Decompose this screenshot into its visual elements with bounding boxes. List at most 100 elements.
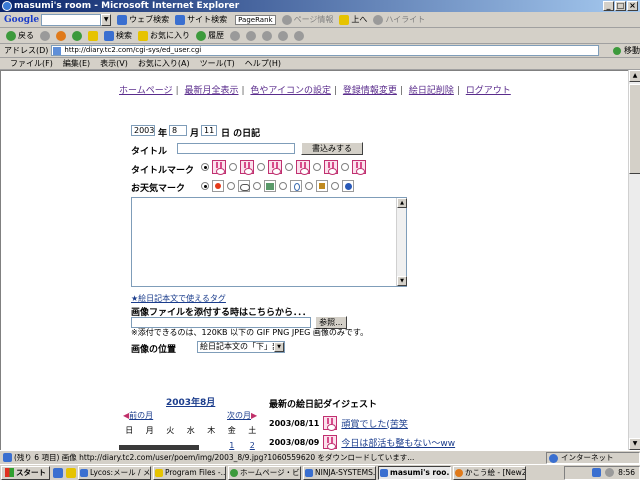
scroll-thumb[interactable] [629,84,640,174]
calendar-title[interactable]: 2003年8月 [166,395,215,408]
weather-radio-night[interactable] [331,182,339,190]
title-mark-radio-6[interactable] [341,163,349,171]
digest-entry-link[interactable]: 頑賞でした(苦笑 [341,417,408,430]
textarea-scrollbar[interactable]: ▲ ▼ [396,198,407,286]
favorites-button[interactable]: お気に入り [138,30,190,41]
title-label: タイトル [131,147,168,157]
weather-radio-cloudy[interactable] [227,182,235,190]
day-input[interactable]: 11 [201,125,217,136]
back-button[interactable]: 戻る [6,30,34,41]
menu-favorites[interactable]: お気に入り(A) [138,58,190,69]
calendar-next-link[interactable]: 次の月▶ [227,410,257,421]
up-button[interactable]: 上へ [339,14,367,25]
quicklaunch-desktop-icon[interactable] [66,467,76,478]
site-search-button[interactable]: サイト検索 [175,14,227,25]
maximize-button[interactable]: □ [615,1,626,11]
weather-radio-rain[interactable] [253,182,261,190]
google-toolbar: Google ▼ ウェブ検索 サイト検索 PageRank ページ情報 上へ ハ… [0,12,640,28]
tray-volume-icon[interactable] [605,468,615,477]
status-message: (残り 6 項目) 画像 http://diary.tc2.com/user/p… [2,451,482,464]
info-icon [281,14,292,25]
title-mark-radio-1[interactable] [201,163,209,171]
image-position-select[interactable]: 絵日記本文の「下」部 ▼ [197,341,285,353]
history-button[interactable]: 履歴 [196,30,224,41]
home-button[interactable] [88,30,98,41]
weather-radio-drop[interactable] [279,182,287,190]
calendar-prev-link[interactable]: ◀前の月 [123,410,153,421]
search-icon [117,14,128,25]
nav-color-icon-settings[interactable]: 色やアイコンの設定 [250,86,331,96]
nav-latest-month[interactable]: 最新月全表示 [184,86,238,96]
calendar-day-1[interactable]: 1 [222,441,243,450]
edit-button[interactable] [262,30,272,41]
nav-home[interactable]: ホームページ [119,86,173,96]
nav-delete-diary[interactable]: 絵日記削除 [409,86,454,96]
scroll-up-arrow[interactable]: ▲ [629,70,640,82]
menu-file[interactable]: ファイル(F) [10,58,53,69]
task-button[interactable]: Lycos:メール / メ... [78,465,151,480]
search-button[interactable]: 検索 [104,30,132,41]
task-button[interactable]: Program Files -... [153,465,226,480]
digest-entry: 2003/08/11 頑賞でした(苦笑 [269,416,408,431]
quicklaunch-ie-icon[interactable] [53,467,63,478]
title-input[interactable] [177,143,295,154]
chevron-down-icon[interactable]: ▼ [274,342,284,352]
ie-icon [2,1,12,11]
start-button[interactable]: スタート [1,465,50,480]
google-search-input[interactable] [41,13,102,26]
site-nav: ホームページ | 最新月全表示 | 色やアイコンの設定 | 登録情報変更 | 絵日記削除… [119,86,511,96]
task-button[interactable]: NINJA-SYSTEMS... [303,465,376,480]
stop-button[interactable] [56,30,66,41]
menu-edit[interactable]: 編集(E) [63,58,90,69]
diary-body-textarea[interactable]: ▲ ▼ [131,197,407,287]
print-button[interactable] [246,30,256,41]
menu-help[interactable]: ヘルプ(H) [245,58,281,69]
title-mark-radio-4[interactable] [285,163,293,171]
digest-entry: 2003/08/09 今日は部活も整もない～ww [269,435,455,450]
user-icon [294,30,304,41]
scroll-down-arrow[interactable]: ▼ [629,438,640,450]
task-button-active[interactable]: masumi's roo... [378,465,451,480]
google-logo[interactable]: Google [4,15,39,25]
close-button[interactable]: × [627,1,638,11]
task-button[interactable]: ホームページ・ビル... [228,465,301,480]
calendar-day-2[interactable]: 2 [242,441,263,450]
pagerank-meter[interactable]: PageRank [235,14,276,25]
title-mark-radio-3[interactable] [257,163,265,171]
tray-network-icon[interactable] [592,468,602,477]
web-search-button[interactable]: ウェブ検索 [117,14,169,25]
page-info-button[interactable]: ページ情報 [281,14,333,25]
digest-entry-link[interactable]: 今日は部活も整もない～ww [341,436,455,449]
highlight-button[interactable]: ハイライト [373,14,425,25]
url-input[interactable]: http://diary.tc2.com/cgi-sys/ed_user.cgi [51,45,600,56]
go-button[interactable]: 移動 [613,45,640,56]
page-scrollbar[interactable]: ▲ ▼ [628,70,640,450]
mail-button[interactable] [230,30,240,41]
scroll-down-arrow[interactable]: ▼ [397,276,407,286]
title-mark-radio-5[interactable] [313,163,321,171]
month-input[interactable]: 8 [169,125,187,136]
digest-title: 最新の絵日記ダイジェスト [269,400,378,410]
forward-button[interactable] [40,30,50,41]
address-label: アドレス(D) [4,46,49,55]
weather-radio-sunny[interactable] [201,182,209,190]
messenger-button[interactable] [294,30,304,41]
year-input[interactable]: 2003 [131,125,155,136]
day-label: 日 の日記 [221,129,261,139]
menu-view[interactable]: 表示(V) [100,58,128,69]
scroll-up-arrow[interactable]: ▲ [397,198,407,208]
edit-icon [262,30,272,41]
tags-help-link[interactable]: ★絵日記本文で使えるタグ [131,293,226,304]
refresh-button[interactable] [72,30,82,41]
menu-tools[interactable]: ツール(T) [200,58,235,69]
nav-logout[interactable]: ログアウト [466,86,511,96]
submit-button[interactable]: 書込みする [301,142,363,155]
title-mark-radio-2[interactable] [229,163,237,171]
nav-registration-change[interactable]: 登録情報変更 [343,86,397,96]
chevron-down-icon[interactable]: ▼ [101,13,112,26]
minimize-button[interactable]: _ [603,1,614,11]
task-button[interactable]: かこう絵 - [New2] [453,465,526,480]
discuss-button[interactable] [278,30,288,41]
weather-radio-mixed[interactable] [305,182,313,190]
search-icon [104,30,114,41]
